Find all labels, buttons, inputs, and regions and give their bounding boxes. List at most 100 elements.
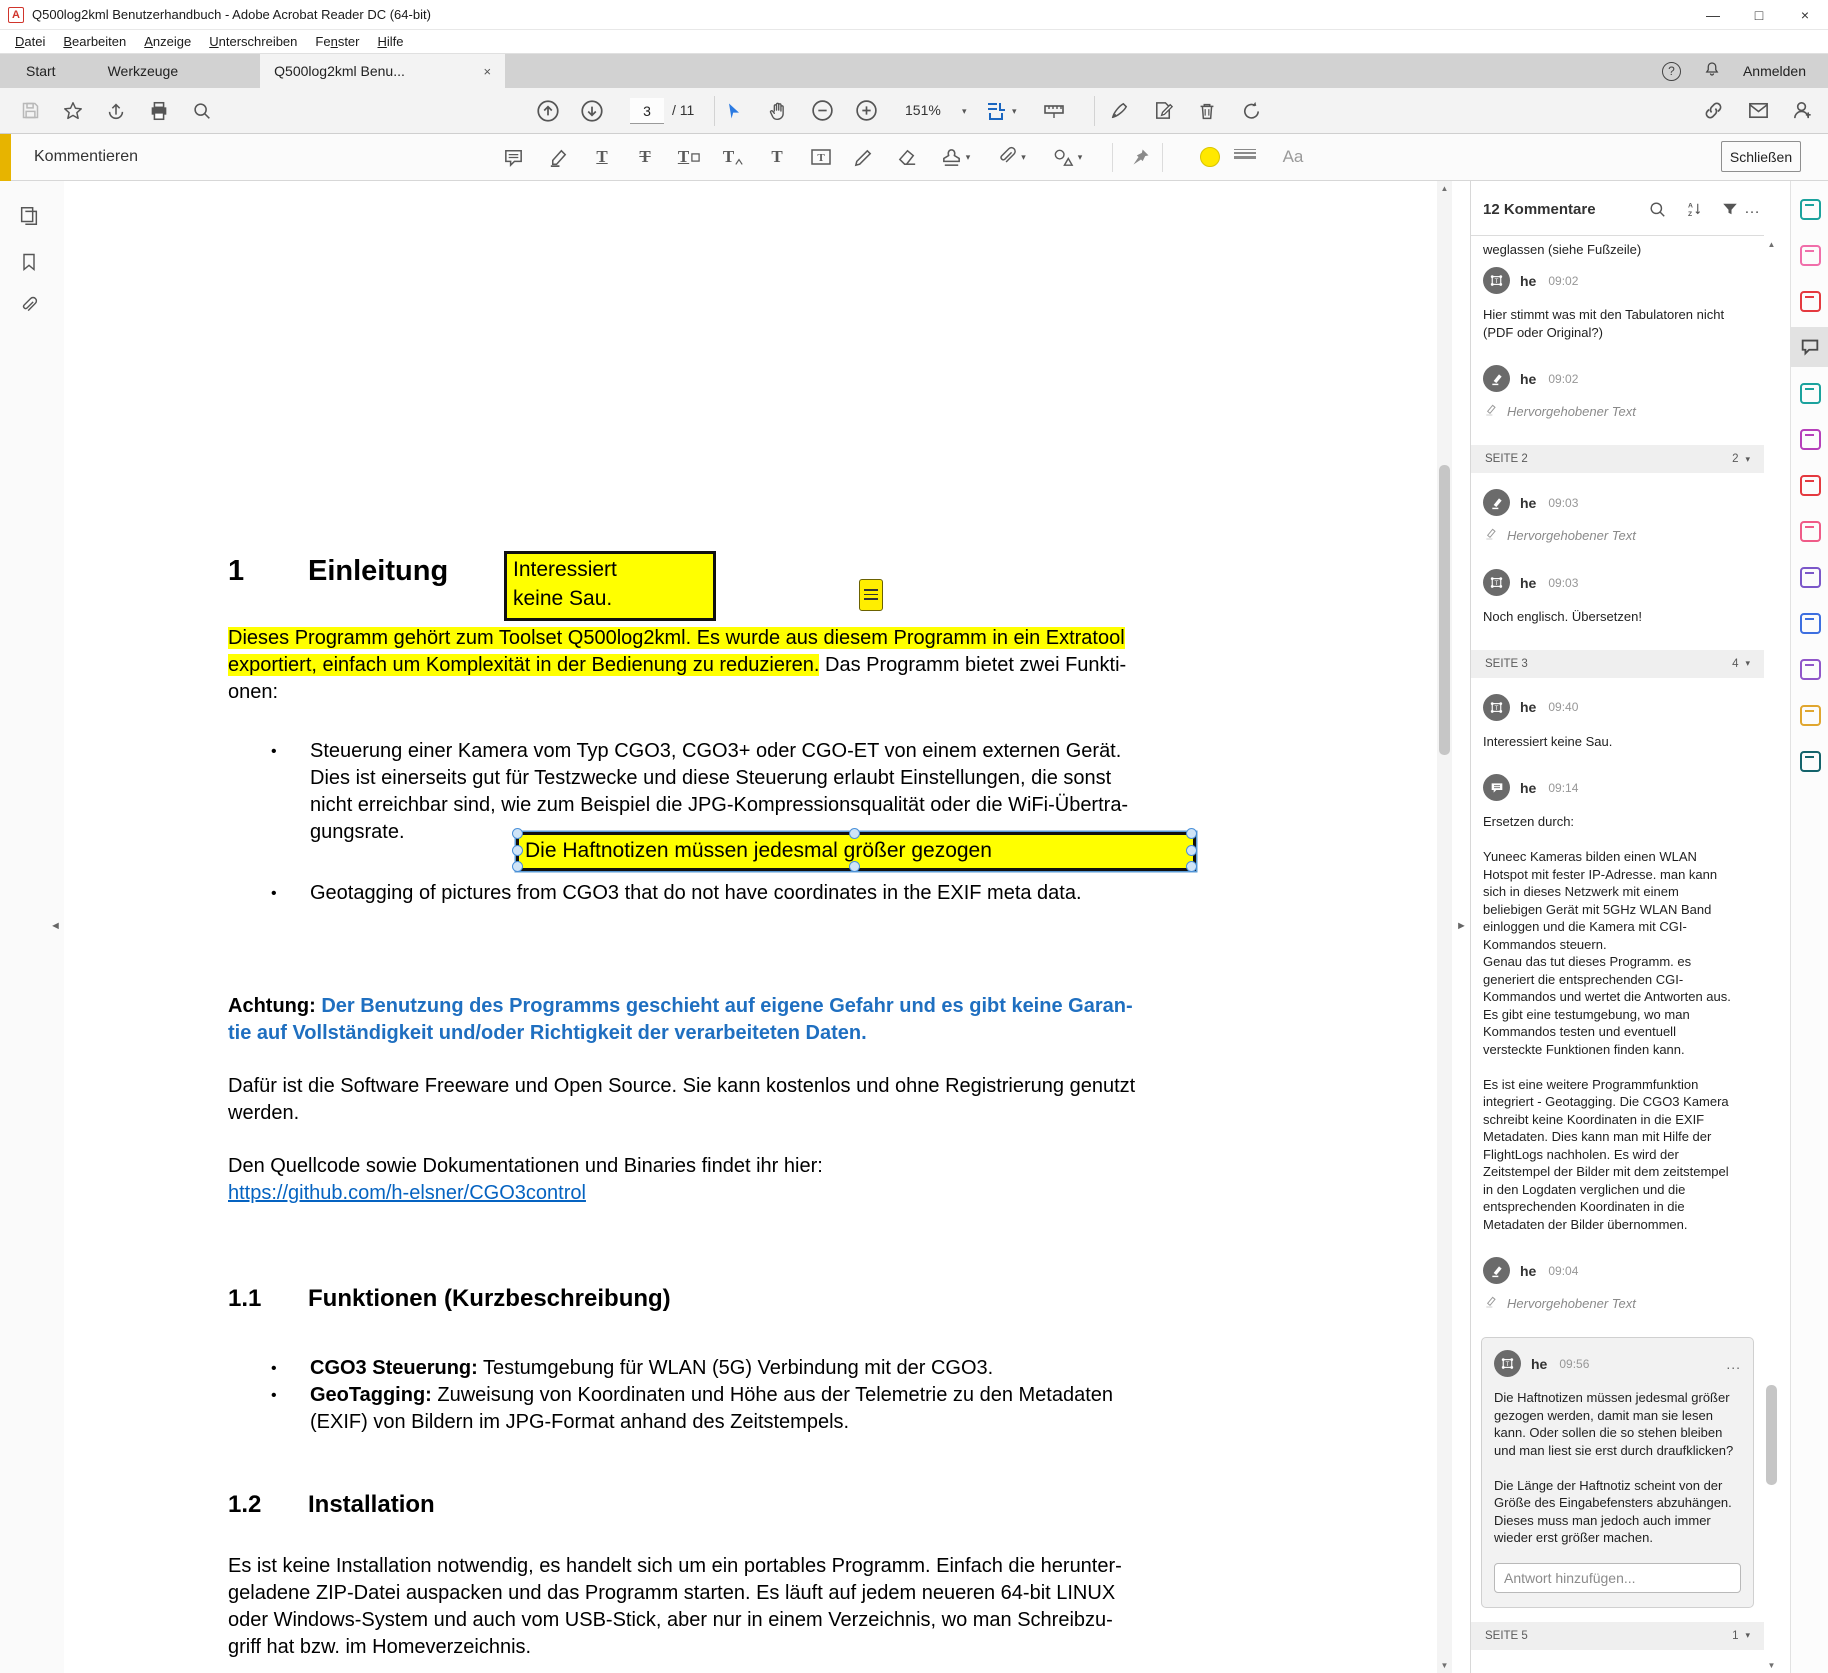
stamp-icon[interactable]: ▾ xyxy=(938,140,972,174)
options-ellipsis-icon[interactable]: … xyxy=(1743,198,1761,220)
comments-scroll-thumb[interactable] xyxy=(1766,1385,1777,1485)
text-style-icon[interactable]: Aa xyxy=(1276,140,1310,174)
page-fit-icon[interactable] xyxy=(980,95,1012,127)
attachments-icon[interactable] xyxy=(16,293,42,319)
tab-close-icon[interactable]: × xyxy=(484,64,492,79)
zoom-out-icon[interactable] xyxy=(806,95,838,127)
comments-scroll-down-icon[interactable]: ▼ xyxy=(1764,1658,1779,1673)
document-scroll-thumb[interactable] xyxy=(1439,465,1450,755)
menu-anzeige[interactable]: Anzeige xyxy=(135,32,200,51)
scroll-down-icon[interactable]: ▼ xyxy=(1437,1658,1452,1673)
doc-link[interactable]: https://github.com/h-elsner/CGO3control xyxy=(228,1182,586,1204)
scan-ocr-tool[interactable] xyxy=(1791,603,1828,643)
attach-file-icon[interactable]: ▾ xyxy=(994,140,1028,174)
menu-bearbeiten[interactable]: Bearbeiten xyxy=(54,32,135,51)
page-section-header[interactable]: SEITE 22▾ xyxy=(1471,445,1764,473)
comment-item[interactable]: The09:40Interessiert keine Sau. xyxy=(1483,694,1752,751)
line-thickness-icon[interactable] xyxy=(1234,140,1268,174)
comment-options-icon[interactable]: ... xyxy=(1726,1356,1741,1372)
menu-datei[interactable]: Datei xyxy=(6,32,54,51)
link-share-icon[interactable] xyxy=(1697,95,1729,127)
comment-item[interactable]: The09:03Noch englisch. Übersetzen! xyxy=(1483,569,1752,626)
export-pdf-tool[interactable] xyxy=(1791,189,1828,229)
sticky-note-annotation-icon[interactable] xyxy=(859,579,883,611)
tab-start[interactable]: Start xyxy=(0,54,82,88)
close-button[interactable]: × xyxy=(1782,0,1828,29)
selection-handle[interactable] xyxy=(849,861,860,872)
combine-files-tool[interactable] xyxy=(1791,373,1828,413)
comment-item[interactable]: he09:03Hervorgehobener Text xyxy=(1483,489,1752,545)
zoom-level-caret-icon[interactable]: ▾ xyxy=(962,106,967,117)
close-comment-button[interactable]: Schließen xyxy=(1721,141,1801,172)
page-up-icon[interactable] xyxy=(532,95,564,127)
sign-in-link[interactable]: Anmelden xyxy=(1743,63,1806,79)
select-tool-icon[interactable] xyxy=(718,95,750,127)
tab-werkzeuge[interactable]: Werkzeuge xyxy=(82,54,205,88)
selection-handle[interactable] xyxy=(512,845,523,856)
strikethrough-text-icon[interactable]: T xyxy=(628,140,662,174)
comment-tool[interactable] xyxy=(1791,327,1828,367)
selection-handle[interactable] xyxy=(1186,861,1197,872)
collapse-left-panel-icon[interactable]: ◄ xyxy=(50,920,61,932)
fill-sign-icon[interactable] xyxy=(1147,95,1179,127)
comment-item[interactable]: The09:02Hier stimmt was mit den Tabulato… xyxy=(1483,267,1752,341)
search-comments-icon[interactable] xyxy=(1646,198,1668,220)
draw-pencil-icon[interactable] xyxy=(846,140,880,174)
underline-text-icon[interactable]: T xyxy=(585,140,619,174)
sign-pen-icon[interactable] xyxy=(1103,95,1135,127)
chevron-down-icon[interactable]: ▾ xyxy=(1745,454,1750,465)
selection-handle[interactable] xyxy=(1186,828,1197,839)
comments-scroll-up-icon[interactable]: ▲ xyxy=(1764,237,1779,252)
find-icon[interactable] xyxy=(186,95,218,127)
organize-pages-tool[interactable] xyxy=(1791,419,1828,459)
zoom-level-label[interactable]: 151% xyxy=(905,102,941,118)
maximize-button[interactable]: □ xyxy=(1736,0,1782,29)
bookmarks-icon[interactable] xyxy=(16,249,42,275)
replace-text-icon[interactable]: T xyxy=(672,140,706,174)
tab-document[interactable]: Q500log2kml Benu... × xyxy=(260,54,505,88)
hand-tool-icon[interactable] xyxy=(762,95,794,127)
page-section-header[interactable]: SEITE 51▾ xyxy=(1471,1622,1764,1650)
request-signatures-tool[interactable] xyxy=(1791,649,1828,689)
compress-pdf-tool[interactable] xyxy=(1791,465,1828,505)
more-tools[interactable] xyxy=(1791,741,1828,781)
comment-item[interactable]: he09:04Hervorgehobener Text xyxy=(1483,1257,1752,1313)
filter-comments-icon[interactable] xyxy=(1719,198,1741,220)
share-upload-icon[interactable] xyxy=(100,95,132,127)
page-section-header[interactable]: SEITE 34▾ xyxy=(1471,650,1764,678)
keep-tool-pin-icon[interactable] xyxy=(1124,140,1158,174)
color-swatch-icon[interactable] xyxy=(1193,140,1227,174)
minimize-button[interactable]: — xyxy=(1690,0,1736,29)
zoom-in-icon[interactable] xyxy=(850,95,882,127)
insert-text-icon[interactable]: T xyxy=(716,140,750,174)
menu-hilfe[interactable]: Hilfe xyxy=(368,32,412,51)
selection-handle[interactable] xyxy=(849,828,860,839)
bell-icon[interactable] xyxy=(1703,60,1721,83)
comment-item[interactable]: The09:56...Die Haftnotizen müssen jedesm… xyxy=(1481,1337,1754,1608)
add-text-comment-icon[interactable]: T xyxy=(760,140,794,174)
chevron-down-icon[interactable]: ▾ xyxy=(1745,1630,1750,1641)
ruler-measure-icon[interactable] xyxy=(1038,95,1070,127)
email-icon[interactable] xyxy=(1742,95,1774,127)
selection-handle[interactable] xyxy=(1186,845,1197,856)
page-thumbnails-icon[interactable] xyxy=(16,203,42,229)
document-scrollbar[interactable]: ▲ ▼ xyxy=(1437,181,1452,1673)
page-number-input[interactable] xyxy=(630,98,664,124)
add-text-box-icon[interactable]: T xyxy=(804,140,838,174)
sort-az-icon[interactable]: AZ xyxy=(1683,198,1705,220)
comment-partial-text[interactable]: weglassen (siehe Fußzeile) xyxy=(1483,240,1752,267)
sticky-note-icon[interactable] xyxy=(496,140,530,174)
reply-input[interactable] xyxy=(1494,1563,1741,1593)
fill-sign-tool[interactable] xyxy=(1791,511,1828,551)
protect-tool[interactable] xyxy=(1791,557,1828,597)
annotation-textbox-selected[interactable]: Die Haftnotizen müssen jedesmal größer g… xyxy=(516,832,1196,871)
comments-scrollbar[interactable]: ▲ ▼ xyxy=(1764,237,1779,1673)
save-icon[interactable] xyxy=(14,95,46,127)
erase-icon[interactable] xyxy=(890,140,924,174)
star-favorite-icon[interactable] xyxy=(57,95,89,127)
undo-icon[interactable] xyxy=(1235,95,1267,127)
edit-pdf-tool[interactable] xyxy=(1791,235,1828,275)
chevron-down-icon[interactable]: ▾ xyxy=(1745,658,1750,669)
page-down-icon[interactable] xyxy=(576,95,608,127)
drawing-shapes-icon[interactable]: ▾ xyxy=(1050,140,1084,174)
